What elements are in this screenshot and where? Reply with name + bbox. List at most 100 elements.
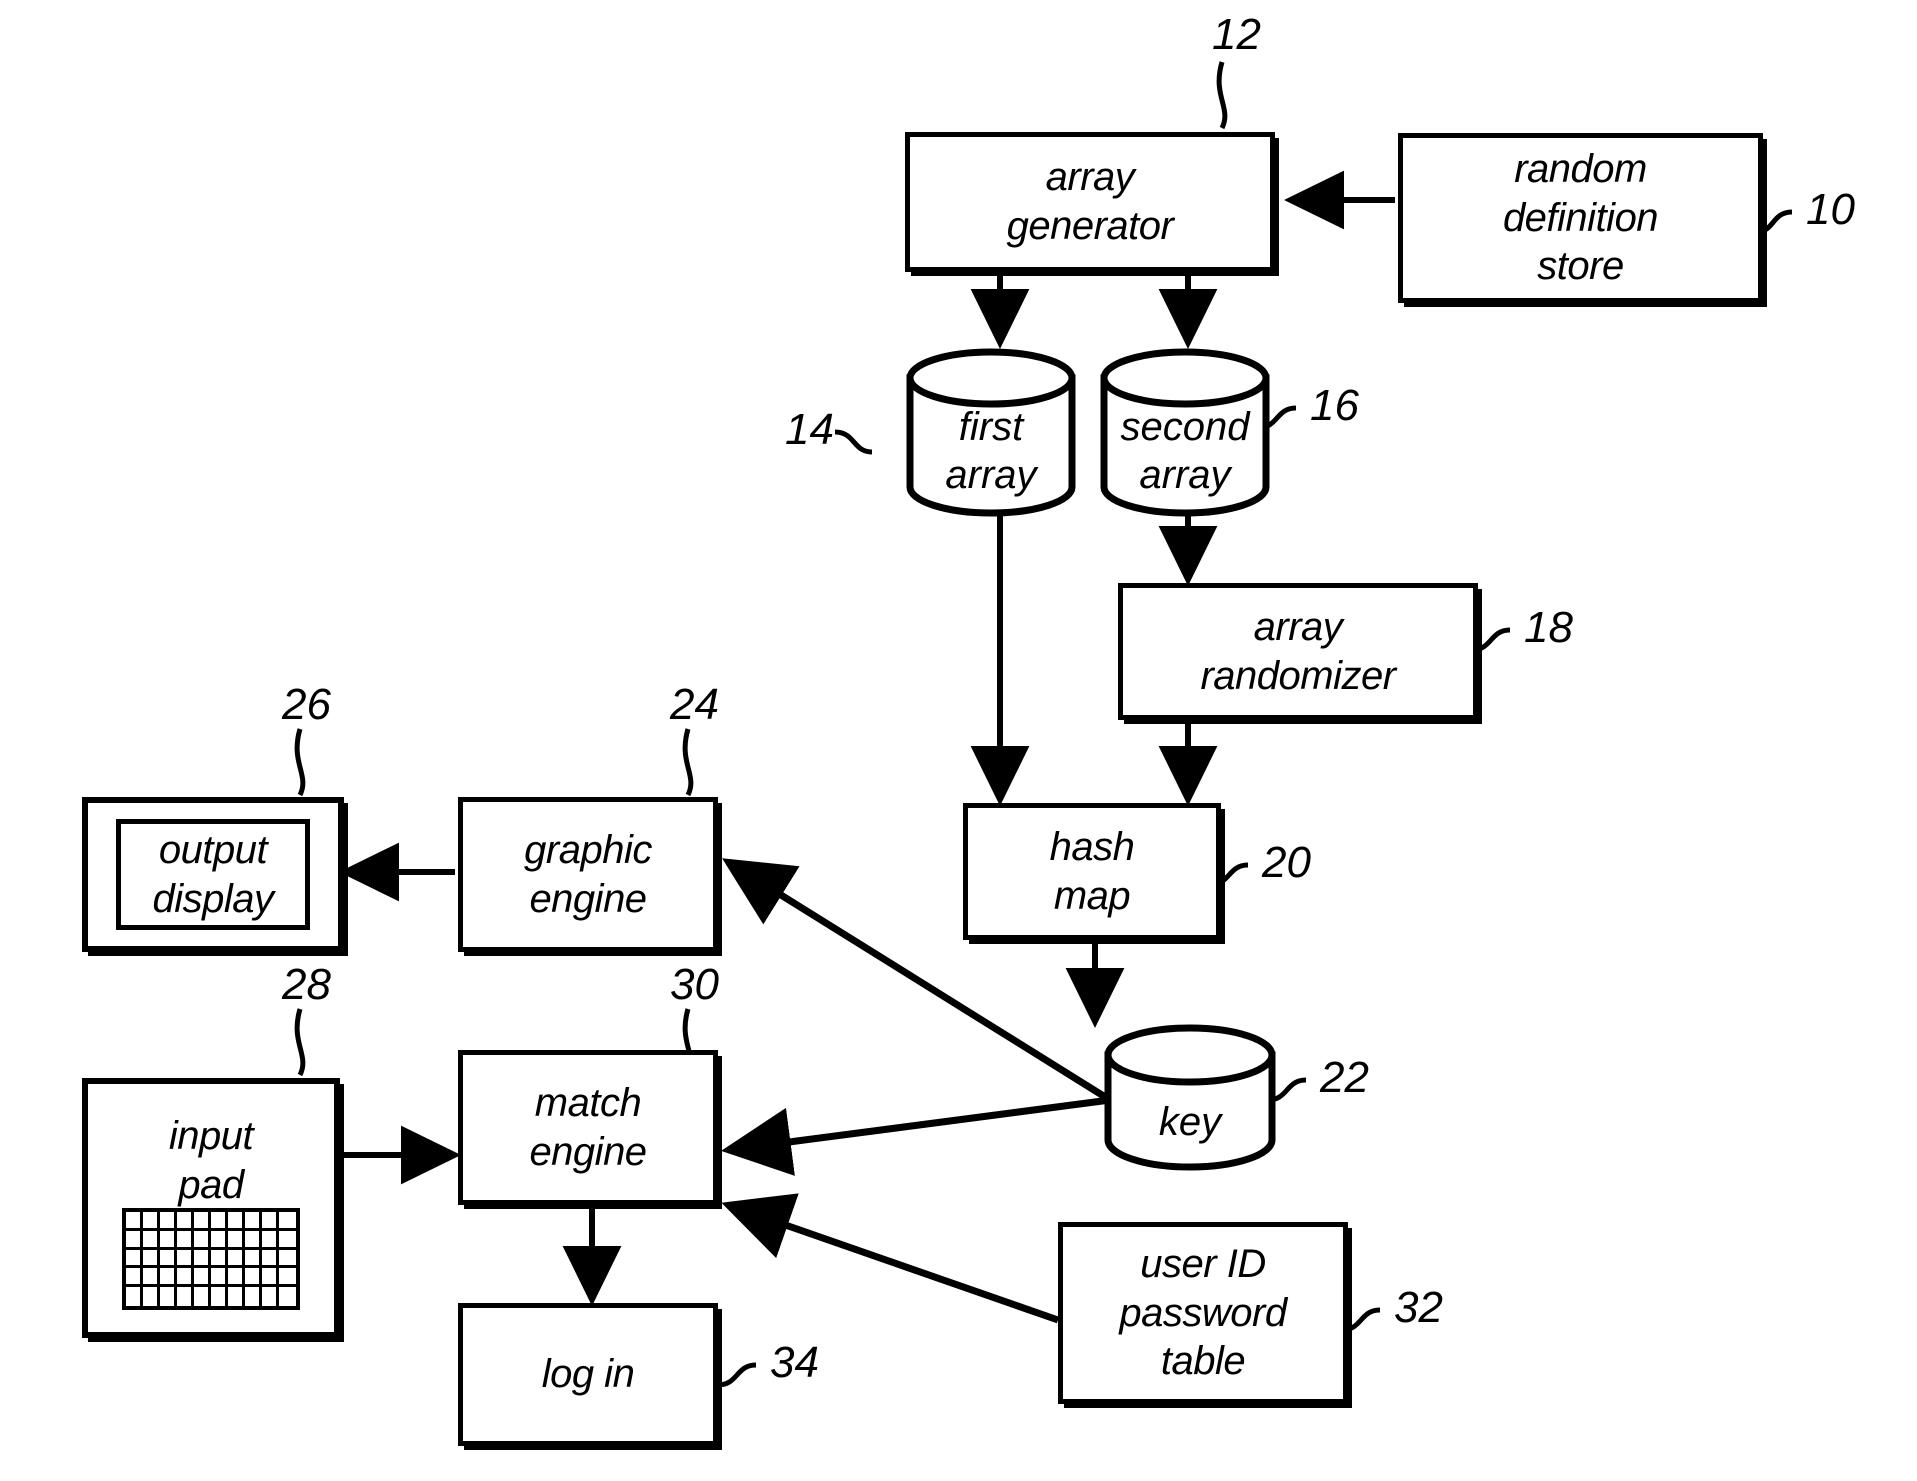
input-pad-cell[interactable] [177,1268,194,1288]
output-display-label-line1: output [158,827,268,872]
input-pad-cell[interactable] [228,1230,245,1250]
input-pad-cell[interactable] [194,1212,211,1231]
node-graphic-engine[interactable]: graphic engine [458,797,718,952]
input-pad-cell[interactable] [160,1287,177,1306]
input-pad-cell[interactable] [262,1287,279,1306]
input-pad-cell[interactable] [177,1212,194,1231]
input-pad-cell[interactable] [245,1249,262,1269]
input-pad-cell[interactable] [126,1249,143,1269]
leader-28 [294,1008,306,1077]
input-pad-cell[interactable] [245,1268,262,1288]
input-pad-cell[interactable] [262,1212,279,1231]
input-pad-cell[interactable] [160,1230,177,1250]
input-pad-cell[interactable] [245,1212,262,1231]
node-first-array[interactable]: first array [910,350,1072,515]
input-pad-cell[interactable] [177,1287,194,1306]
input-pad-cell[interactable] [194,1287,211,1306]
array-randomizer-label-line2: randomizer [1200,653,1396,698]
ref-numeral-28: 28 [282,960,331,1009]
input-pad-cell[interactable] [228,1287,245,1306]
node-match-engine[interactable]: match engine [458,1050,718,1205]
graphic-engine-label-line1: graphic [524,827,652,872]
input-pad-cell[interactable] [126,1268,143,1288]
input-pad-cell[interactable] [228,1268,245,1288]
array-generator-label-line1: array [1045,155,1135,200]
output-display-screen: output display [116,819,310,930]
input-pad-cell[interactable] [177,1249,194,1269]
node-random-definition-store[interactable]: random definition store [1398,133,1763,303]
input-pad-keypad-grid[interactable] [122,1208,300,1310]
node-user-id-password-table[interactable]: user ID password table [1058,1222,1348,1404]
input-pad-cell[interactable] [262,1268,279,1288]
leader-24 [682,728,694,797]
input-pad-label-line2: pad [178,1162,244,1207]
input-pad-label-line1: input [168,1114,254,1158]
first-array-label-line1: first [958,405,1024,449]
input-pad-cell[interactable] [126,1230,143,1250]
input-pad-cell[interactable] [143,1249,160,1269]
input-pad-cell[interactable] [211,1268,228,1288]
input-pad-cell[interactable] [279,1212,296,1231]
ref-numeral-24: 24 [670,680,719,729]
input-pad-cell[interactable] [126,1287,143,1306]
input-pad-cell[interactable] [143,1268,160,1288]
ref-numeral-12: 12 [1212,10,1261,59]
input-pad-cell[interactable] [279,1231,296,1250]
node-hash-map[interactable]: hash map [963,803,1221,940]
input-pad-cell[interactable] [126,1212,143,1231]
input-pad-cell[interactable] [228,1212,245,1231]
leader-26 [294,728,306,797]
node-output-display[interactable]: output display [82,797,344,952]
key-label: key [1158,1100,1222,1144]
patent-figure: array generator random definition store … [0,0,1917,1481]
input-pad-cell[interactable] [279,1287,296,1306]
input-pad-cell[interactable] [211,1230,228,1250]
node-array-generator[interactable]: array generator [905,132,1275,272]
ref-numeral-26: 26 [282,680,331,729]
input-pad-cell[interactable] [211,1287,228,1306]
array-generator-label-line2: generator [1006,204,1174,248]
match-engine-label-line1: match [534,1080,642,1125]
ref-numeral-16: 16 [1310,381,1359,430]
ref-numeral-14: 14 [785,405,834,454]
input-pad-cell[interactable] [211,1212,228,1231]
node-input-pad[interactable]: input pad [82,1078,340,1338]
ref-numeral-22: 22 [1320,1053,1369,1102]
input-pad-cell[interactable] [160,1268,177,1288]
input-pad-cell[interactable] [143,1287,160,1306]
match-engine-label-line2: engine [529,1129,647,1174]
second-array-label-line2: array [1139,453,1231,497]
input-pad-cell[interactable] [245,1287,262,1306]
node-second-array[interactable]: second array [1104,350,1266,515]
ref-numeral-30: 30 [670,960,719,1009]
node-array-randomizer[interactable]: array randomizer [1118,583,1478,720]
input-pad-cell[interactable] [194,1249,211,1269]
input-pad-cell[interactable] [143,1212,160,1231]
input-pad-cell[interactable] [194,1268,211,1288]
input-pad-cell[interactable] [160,1212,177,1231]
input-pad-cell[interactable] [228,1249,245,1269]
leader-22 [1267,1077,1307,1103]
second-array-label-line1: second [1120,405,1250,449]
node-log-in[interactable]: log in [458,1303,718,1446]
hash-map-label-line2: map [1053,873,1131,918]
input-pad-cell[interactable] [143,1230,160,1250]
hash-map-label-line1: hash [1049,824,1135,869]
input-pad-cell[interactable] [245,1230,262,1250]
log-in-label: log in [541,1352,635,1397]
input-pad-cell[interactable] [279,1250,296,1269]
ref-numeral-18: 18 [1524,603,1573,652]
input-pad-cell[interactable] [177,1230,194,1250]
input-pad-cell[interactable] [262,1230,279,1250]
input-pad-cell[interactable] [279,1268,296,1288]
ref-numeral-34: 34 [770,1338,819,1387]
node-key[interactable]: key [1108,1028,1272,1168]
input-pad-cell[interactable] [160,1249,177,1269]
input-pad-cell[interactable] [262,1249,279,1269]
user-id-password-table-label-line3: table [1160,1339,1246,1384]
ref-numeral-10: 10 [1806,185,1855,234]
input-pad-cell[interactable] [194,1230,211,1250]
graphic-engine-label-line2: engine [529,876,647,921]
user-id-password-table-label-line2: password [1119,1290,1287,1335]
input-pad-cell[interactable] [211,1249,228,1269]
